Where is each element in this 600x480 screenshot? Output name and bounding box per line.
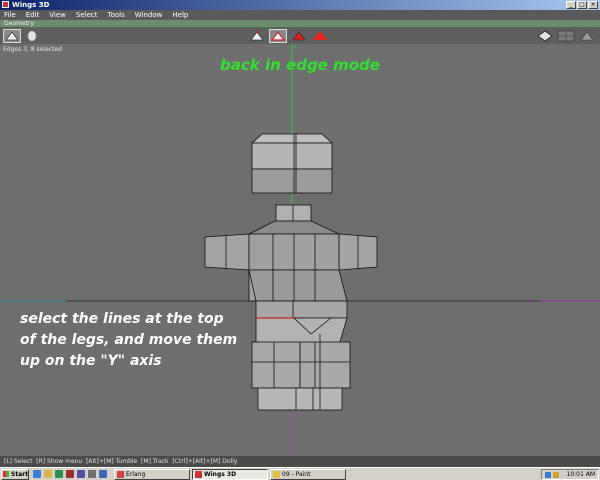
face-mode-icon[interactable] [290,29,308,43]
wireframe-toggle-icon[interactable] [24,29,42,43]
wings-icon [195,471,202,478]
smooth-shading-icon[interactable] [3,29,21,43]
explorer-icon[interactable] [99,470,107,478]
network-icon[interactable] [545,472,551,478]
geometry-panel-title[interactable]: Geometry [0,20,600,28]
start-button[interactable]: Start [1,469,29,480]
menu-help[interactable]: Help [172,10,188,20]
toolbar [0,28,600,44]
task-paint[interactable]: 09 - Paint [270,469,346,480]
wings-app-icon [2,1,9,8]
camera-view-icon[interactable] [578,29,596,43]
task-erlang[interactable]: Erlang [114,469,190,480]
window-controls: _ □ × [566,1,598,9]
menu-tools[interactable]: Tools [108,10,125,20]
task-label: 09 - Paint [282,471,311,478]
geometry-label: Geometry [4,20,34,27]
caption-white: select the lines at the top of the legs,… [20,311,238,369]
task-wings3d[interactable]: Wings 3D [192,469,268,480]
system-tray: 10:01 AM [541,469,599,480]
y-axis-label: Y [293,44,297,51]
volume-icon[interactable] [553,472,559,478]
maximize-button[interactable]: □ [577,1,587,9]
clock[interactable]: 10:01 AM [567,470,595,479]
vertex-mode-icon[interactable] [248,29,266,43]
edge-mode-icon[interactable] [269,29,287,43]
ie-icon[interactable] [33,470,41,478]
model-torso [204,220,378,302]
start-label: Start [11,471,29,478]
hint-bar: [L] Select [R] Show menu [Alt]+[M] Tumbl… [0,456,600,467]
3d-viewport[interactable]: Y [0,44,600,456]
ortho-view-icon[interactable] [536,29,554,43]
desktop-icon[interactable] [55,470,63,478]
model-head [250,133,334,222]
menu-window[interactable]: Window [135,10,163,20]
model-legs [251,300,351,411]
taskbar: Start Erlang Wings 3D 09 - Paint 10:01 A… [0,467,600,480]
erlang-icon [117,471,124,478]
menu-file[interactable]: File [4,10,16,20]
task-label: Wings 3D [204,471,237,478]
axes-grid-icon[interactable] [557,29,575,43]
menu-bar: File Edit View Select Tools Window Help [0,10,600,20]
folder-icon[interactable] [44,470,52,478]
body-mode-icon[interactable] [311,29,329,43]
menu-view[interactable]: View [49,10,66,20]
paint-icon [273,471,280,478]
windows-flag-icon [3,471,9,477]
minimize-button[interactable]: _ [566,1,576,9]
quicklaunch-icon[interactable] [88,470,96,478]
selection-status: Edges 3, 8 selected [3,46,62,53]
window-title-bar[interactable]: Wings 3D _ □ × [0,0,600,10]
window-title: Wings 3D [12,1,50,9]
menu-edit[interactable]: Edit [26,10,40,20]
caption-green: back in edge mode [220,56,380,74]
task-label: Erlang [126,471,146,478]
close-button[interactable]: × [588,1,598,9]
menu-select[interactable]: Select [76,10,98,20]
media-icon[interactable] [66,470,74,478]
outlook-icon[interactable] [77,470,85,478]
